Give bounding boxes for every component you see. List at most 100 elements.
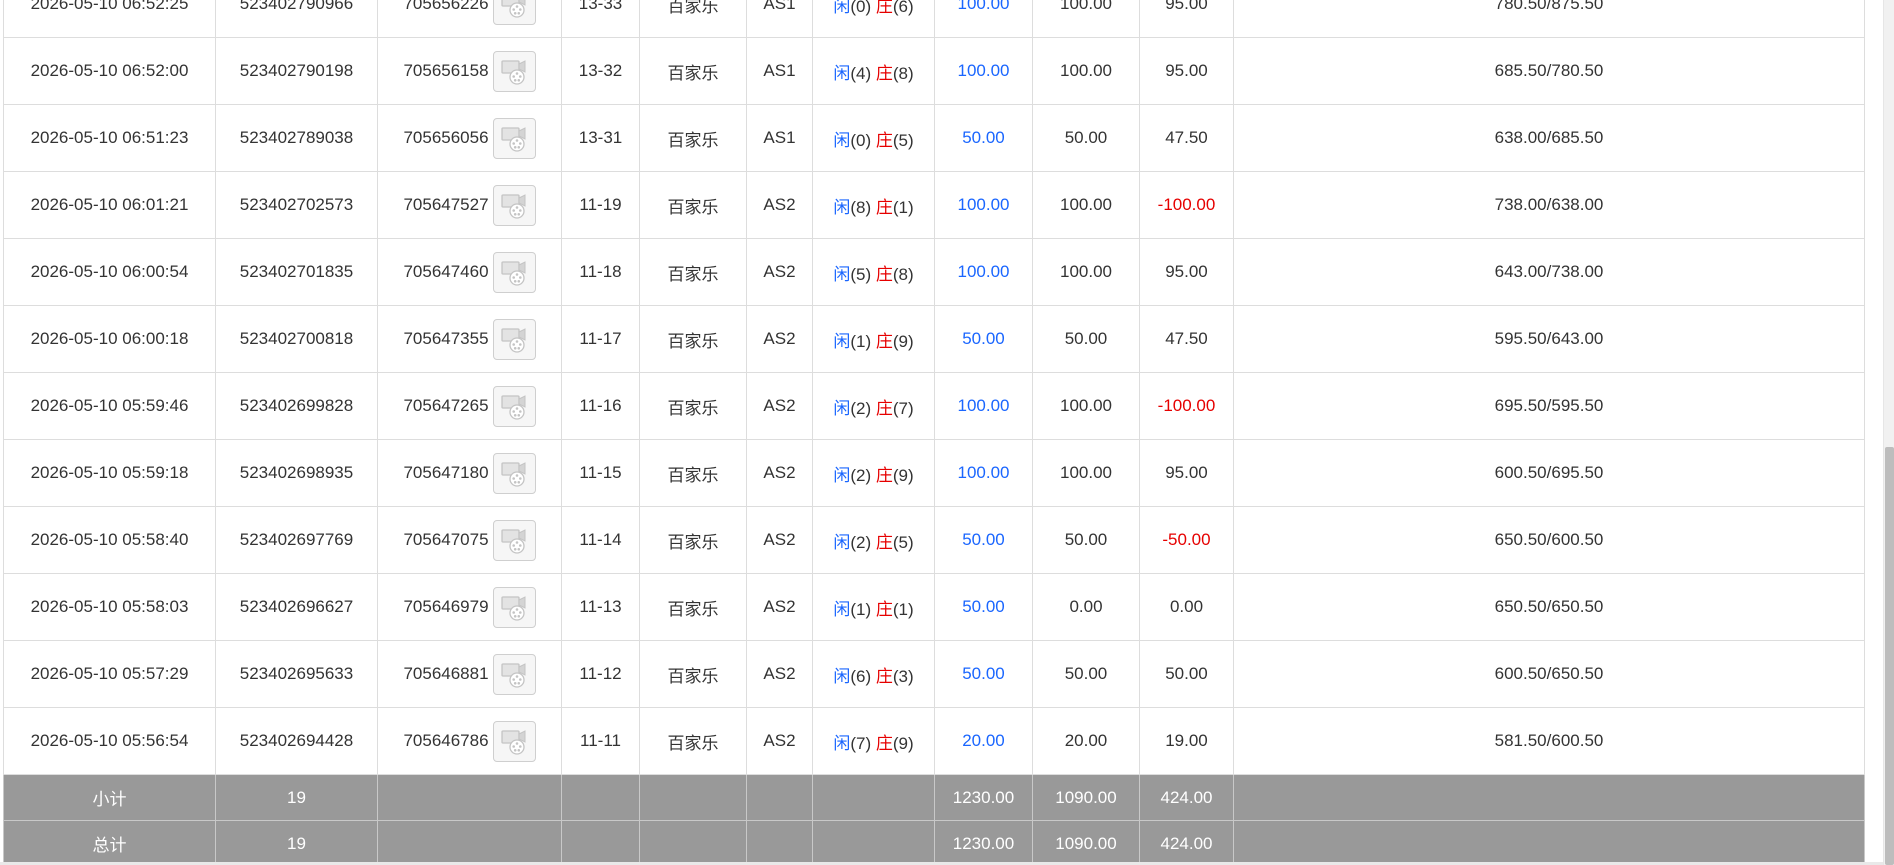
replay-video-button[interactable] — [492, 452, 536, 494]
player-points: (0) — [850, 0, 872, 16]
replay-video-button[interactable] — [492, 318, 536, 360]
bet-time-cell: 2026-05-10 06:00:18 — [3, 305, 216, 373]
valid-bet-cell: 100.00 — [1032, 0, 1140, 38]
round-number-text: 705647527 — [403, 195, 489, 214]
bet-number-cell: 523402694428 — [215, 707, 378, 775]
table-row: 2026-05-10 06:00:18 523402700818 705647355… — [3, 305, 1865, 373]
game-result-cell: 闲(2) 庄(7) — [812, 372, 935, 440]
game-name-cell: 百家乐 — [639, 640, 747, 708]
round-number-cell: 705647265 — [377, 372, 562, 440]
bet-time-cell: 2026-05-10 06:01:21 — [3, 171, 216, 239]
player-points: (4) — [850, 63, 872, 83]
shoe-hand-cell: 11-16 — [561, 372, 640, 440]
balance-cell: 650.50/650.50 — [1233, 573, 1865, 641]
balance-cell: 595.50/643.00 — [1233, 305, 1865, 373]
game-name-cell: 百家乐 — [639, 506, 747, 574]
vertical-scrollbar[interactable] — [1883, 0, 1894, 865]
player-label: 闲 — [833, 398, 851, 418]
replay-video-button[interactable] — [492, 720, 536, 762]
table-code-cell: AS2 — [746, 238, 813, 306]
win-loss-cell: 0.00 — [1139, 573, 1234, 641]
summary-valid-cell: 1090.00 — [1032, 820, 1140, 865]
game-name-cell: 百家乐 — [639, 439, 747, 507]
player-points: (7) — [850, 733, 872, 753]
shoe-hand-cell: 11-17 — [561, 305, 640, 373]
summary-empty-cell — [746, 774, 813, 821]
round-number-group: 705656226 — [403, 0, 536, 25]
bet-number-cell: 523402790198 — [215, 37, 378, 105]
player-label: 闲 — [833, 532, 851, 552]
summary-label-cell: 小计 — [3, 774, 216, 821]
game-result-cell: 闲(7) 庄(9) — [812, 707, 935, 775]
banker-label: 庄 — [875, 264, 893, 284]
game-result-cell: 闲(8) 庄(1) — [812, 171, 935, 239]
balance-cell: 638.00/685.50 — [1233, 104, 1865, 172]
game-name-cell: 百家乐 — [639, 104, 747, 172]
replay-video-button[interactable] — [492, 519, 536, 561]
game-name-cell: 百家乐 — [639, 573, 747, 641]
bet-number-cell: 523402790966 — [215, 0, 378, 38]
game-result-cell: 闲(2) 庄(9) — [812, 439, 935, 507]
banker-points: (6) — [892, 0, 914, 16]
valid-bet-cell: 50.00 — [1032, 640, 1140, 708]
round-number-cell: 705656158 — [377, 37, 562, 105]
shoe-hand-cell: 11-12 — [561, 640, 640, 708]
player-label: 闲 — [833, 63, 851, 83]
replay-video-button[interactable] — [492, 586, 536, 628]
banker-label: 庄 — [875, 465, 893, 485]
banker-label: 庄 — [875, 666, 893, 686]
bet-time-cell: 2026-05-10 05:59:18 — [3, 439, 216, 507]
replay-video-button[interactable] — [492, 385, 536, 427]
table-code-cell: AS2 — [746, 640, 813, 708]
summary-result-cell: 424.00 — [1139, 774, 1234, 821]
summary-empty-cell — [561, 820, 640, 865]
shoe-hand-cell: 11-14 — [561, 506, 640, 574]
video-replay-icon — [501, 327, 526, 353]
replay-video-button[interactable] — [492, 251, 536, 293]
game-result-cell: 闲(1) 庄(9) — [812, 305, 935, 373]
bet-number-cell: 523402700818 — [215, 305, 378, 373]
table-row: 2026-05-10 06:52:00 523402790198 705656158… — [3, 37, 1865, 105]
banker-points: (9) — [892, 465, 914, 485]
replay-video-button[interactable] — [492, 653, 536, 695]
banker-points: (5) — [892, 532, 914, 552]
valid-bet-cell: 50.00 — [1032, 506, 1140, 574]
round-number-cell: 705647180 — [377, 439, 562, 507]
replay-video-button[interactable] — [492, 50, 536, 92]
game-result-cell: 闲(2) 庄(5) — [812, 506, 935, 574]
round-number-text: 705647265 — [403, 396, 489, 415]
player-points: (1) — [850, 331, 872, 351]
bet-amount-cell: 50.00 — [934, 573, 1033, 641]
bet-amount-cell: 50.00 — [934, 305, 1033, 373]
round-number-cell: 705647460 — [377, 238, 562, 306]
game-name-cell: 百家乐 — [639, 372, 747, 440]
game-result-cell: 闲(0) 庄(6) — [812, 0, 935, 38]
round-number-cell: 705656226 — [377, 0, 562, 38]
round-number-group: 705656056 — [403, 117, 536, 159]
game-name-cell: 百家乐 — [639, 0, 747, 38]
valid-bet-cell: 100.00 — [1032, 372, 1140, 440]
scrollbar-thumb[interactable] — [1885, 447, 1894, 865]
game-name-cell: 百家乐 — [639, 171, 747, 239]
banker-label: 庄 — [875, 398, 893, 418]
round-number-text: 705656226 — [403, 0, 489, 13]
bet-time-cell: 2026-05-10 06:51:23 — [3, 104, 216, 172]
replay-video-button[interactable] — [492, 0, 536, 25]
player-points: (2) — [850, 532, 872, 552]
banker-label: 庄 — [875, 532, 893, 552]
round-number-group: 705647460 — [403, 251, 536, 293]
banker-label: 庄 — [875, 331, 893, 351]
replay-video-button[interactable] — [492, 184, 536, 226]
round-number-group: 705647527 — [403, 184, 536, 226]
round-number-text: 705646979 — [403, 597, 489, 616]
replay-video-button[interactable] — [492, 117, 536, 159]
balance-cell: 650.50/600.50 — [1233, 506, 1865, 574]
table-row: 2026-05-10 05:59:46 523402699828 705647265… — [3, 372, 1865, 440]
valid-bet-cell: 100.00 — [1032, 171, 1140, 239]
table-row: 2026-05-10 06:00:54 523402701835 705647460… — [3, 238, 1865, 306]
table-row: 2026-05-10 05:58:40 523402697769 705647075… — [3, 506, 1865, 574]
round-number-text: 705656056 — [403, 128, 489, 147]
balance-cell: 600.50/650.50 — [1233, 640, 1865, 708]
shoe-hand-cell: 13-31 — [561, 104, 640, 172]
bet-amount-cell: 20.00 — [934, 707, 1033, 775]
